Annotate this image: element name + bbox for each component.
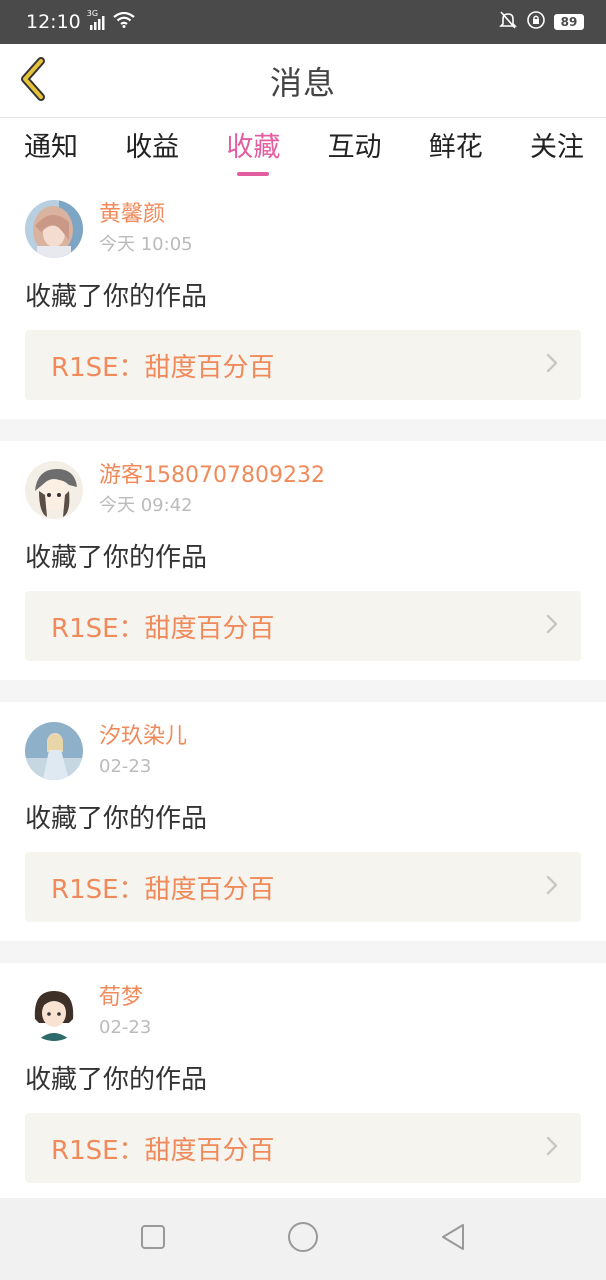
username[interactable]: 荀梦 — [99, 983, 151, 1013]
avatar[interactable] — [25, 722, 83, 780]
user-row: 黄馨颜 今天 10:05 — [25, 180, 581, 258]
user-meta: 荀梦 02-23 — [99, 983, 151, 1041]
avatar[interactable] — [25, 983, 83, 1041]
work-title: R1SE：甜度百分百 — [51, 613, 275, 644]
recent-apps-button[interactable] — [133, 1219, 173, 1259]
message-card: 汐玖染儿 02-23 收藏了你的作品 R1SE：甜度百分百 — [0, 702, 606, 941]
work-link[interactable]: R1SE：甜度百分百 — [25, 852, 581, 922]
work-link[interactable]: R1SE：甜度百分百 — [25, 330, 581, 400]
chevron-left-icon — [19, 57, 49, 105]
tab-interaction[interactable]: 互动 — [328, 118, 382, 180]
timestamp: 今天 09:42 — [99, 495, 193, 516]
header: 消息 — [0, 44, 606, 118]
status-left: 12:10 3G — [26, 9, 135, 33]
message-card: 荀梦 02-23 收藏了你的作品 R1SE：甜度百分百 — [0, 963, 606, 1202]
chevron-right-icon — [545, 1135, 559, 1161]
status-time: 12:10 — [26, 11, 81, 33]
user-row: 汐玖染儿 02-23 — [25, 702, 581, 780]
status-bar: 12:10 3G 89 — [0, 0, 606, 44]
avatar[interactable] — [25, 461, 83, 519]
user-meta: 汐玖染儿 02-23 — [99, 722, 187, 780]
message-card: 黄馨颜 今天 10:05 收藏了你的作品 R1SE：甜度百分百 — [0, 180, 606, 419]
work-title: R1SE：甜度百分百 — [51, 874, 275, 905]
user-row: 游客1580707809232 今天 09:42 — [25, 441, 581, 519]
action-text: 收藏了你的作品 — [25, 804, 208, 834]
action-text: 收藏了你的作品 — [25, 1065, 208, 1095]
user-meta: 游客1580707809232 今天 09:42 — [99, 461, 325, 519]
chevron-right-icon — [545, 613, 559, 639]
home-button[interactable] — [283, 1219, 323, 1259]
username[interactable]: 游客1580707809232 — [99, 461, 325, 491]
nav-back-button[interactable] — [433, 1219, 473, 1259]
tab-favorites[interactable]: 收藏 — [226, 118, 280, 180]
action-text: 收藏了你的作品 — [25, 543, 208, 573]
tab-notice[interactable]: 通知 — [24, 118, 78, 180]
page-title: 消息 — [269, 63, 336, 102]
back-button[interactable] — [14, 57, 54, 105]
lock-rotation-icon — [526, 10, 546, 34]
tab-follow[interactable]: 关注 — [530, 118, 584, 180]
timestamp: 02-23 — [99, 1017, 152, 1038]
work-title: R1SE：甜度百分百 — [51, 1135, 275, 1166]
avatar[interactable] — [25, 200, 83, 258]
status-right: 89 — [498, 10, 584, 34]
chevron-right-icon — [545, 352, 559, 378]
system-nav-bar — [0, 1198, 606, 1280]
mute-bell-icon — [498, 10, 518, 34]
work-link[interactable]: R1SE：甜度百分百 — [25, 591, 581, 661]
username[interactable]: 汐玖染儿 — [99, 722, 187, 752]
network-type: 3G — [86, 9, 99, 18]
battery-icon: 89 — [554, 14, 584, 30]
square-icon — [140, 1224, 166, 1254]
work-title: R1SE：甜度百分百 — [51, 352, 275, 383]
tab-bar: 通知 收益 收藏 互动 鲜花 关注 — [0, 118, 606, 180]
timestamp: 今天 10:05 — [99, 234, 193, 255]
message-card: 游客1580707809232 今天 09:42 收藏了你的作品 R1SE：甜度… — [0, 441, 606, 680]
username[interactable]: 黄馨颜 — [99, 200, 193, 230]
tab-flowers[interactable]: 鲜花 — [429, 118, 483, 180]
chevron-right-icon — [545, 874, 559, 900]
action-text: 收藏了你的作品 — [25, 282, 208, 312]
tab-earnings[interactable]: 收益 — [125, 118, 179, 180]
message-list: 黄馨颜 今天 10:05 收藏了你的作品 R1SE：甜度百分百 游客158070… — [0, 180, 606, 1202]
user-meta: 黄馨颜 今天 10:05 — [99, 200, 193, 258]
work-link[interactable]: R1SE：甜度百分百 — [25, 1113, 581, 1183]
user-row: 荀梦 02-23 — [25, 963, 581, 1041]
signal-icon: 3G — [87, 9, 105, 30]
circle-icon — [287, 1221, 319, 1257]
wifi-icon — [113, 11, 135, 33]
timestamp: 02-23 — [99, 756, 152, 777]
triangle-back-icon — [439, 1222, 467, 1256]
